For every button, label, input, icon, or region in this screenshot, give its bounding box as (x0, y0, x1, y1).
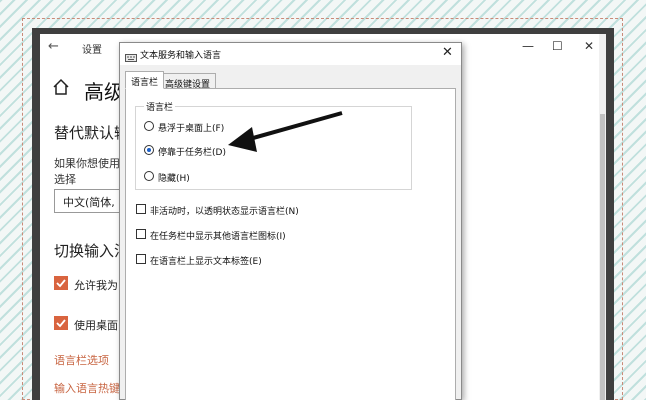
minimize-icon[interactable]: — (522, 39, 534, 53)
checkbox-transparent-inactive[interactable] (136, 204, 146, 214)
checkbox-per-app-input[interactable] (54, 276, 68, 290)
page-heading: 高级 (84, 80, 124, 104)
settings-scrollbar[interactable] (599, 34, 606, 400)
section-title-default-input: 替代默认输 (54, 124, 130, 142)
checkbox-extra-taskbar-icons[interactable] (136, 229, 146, 239)
close-icon[interactable]: ✕ (584, 39, 594, 53)
back-arrow-icon[interactable]: ← (48, 39, 59, 54)
text-services-dialog: 文本服务和输入语言 ✕ 语言栏 高级键设置 语言栏 悬浮于桌面上(F) 停靠于任… (119, 42, 462, 400)
dialog-close-icon[interactable]: ✕ (442, 45, 453, 60)
radio-dock-label: 停靠于任务栏(D) (158, 148, 226, 158)
tab-language-bar[interactable]: 语言栏 (125, 71, 165, 89)
checkbox-desktop-langbar-label: 使用桌面 (74, 319, 118, 332)
section-title-switch-input: 切换输入法 (54, 242, 130, 260)
keyboard-icon (125, 48, 137, 62)
radio-dock-taskbar[interactable] (144, 145, 154, 155)
input-language-hotkeys-link[interactable]: 输入语言热键 (54, 380, 120, 396)
checkbox-per-app-label: 允许我为 (74, 279, 118, 292)
settings-window-title: 设置 (82, 45, 102, 56)
radio-hidden-label: 隐藏(H) (158, 174, 190, 184)
checkbox-text-labels-label: 在语言栏上显示文本标签(E) (150, 257, 262, 267)
checkbox-desktop-langbar[interactable] (54, 316, 68, 330)
radio-hidden[interactable] (144, 171, 154, 181)
checkbox-transparent-label: 非活动时，以透明状态显示语言栏(N) (150, 207, 299, 217)
language-bar-options-link[interactable]: 语言栏选项 (54, 352, 109, 368)
language-bar-panel: 语言栏 悬浮于桌面上(F) 停靠于任务栏(D) 隐藏(H) 非活动时，以透明状态… (125, 88, 456, 400)
maximize-icon[interactable]: ☐ (552, 39, 563, 53)
dialog-titlebar: 文本服务和输入语言 ✕ (120, 43, 461, 65)
radio-float-label: 悬浮于桌面上(F) (158, 124, 225, 134)
radio-float-on-desktop[interactable] (144, 121, 154, 131)
checkbox-text-labels[interactable] (136, 254, 146, 264)
dialog-title: 文本服务和输入语言 (140, 51, 222, 61)
group-label: 语言栏 (144, 100, 176, 113)
scrollbar-thumb[interactable] (600, 114, 605, 400)
home-icon[interactable] (52, 78, 70, 96)
checkbox-extra-icons-label: 在任务栏中显示其他语言栏图标(I) (150, 232, 286, 242)
tab-advanced-key-settings[interactable]: 高级键设置 (159, 73, 217, 90)
